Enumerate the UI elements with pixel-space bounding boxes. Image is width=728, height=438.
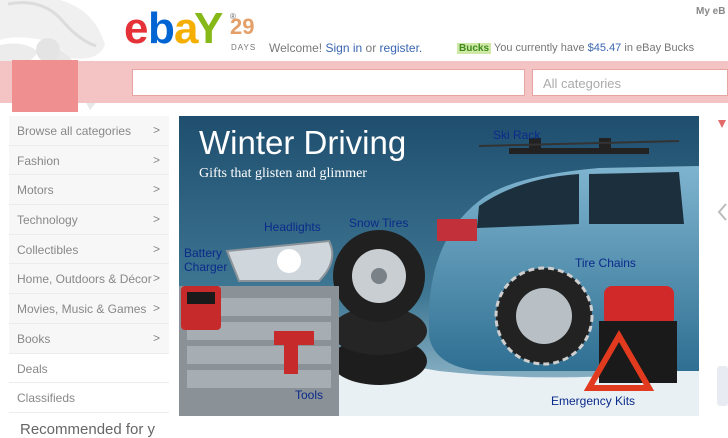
- register-link[interactable]: register.: [380, 41, 423, 55]
- category-select[interactable]: All categories: [532, 69, 728, 96]
- label-tools[interactable]: Tools: [295, 388, 323, 402]
- bucks-amount-link[interactable]: $45.47: [588, 42, 622, 54]
- search-input[interactable]: [132, 69, 525, 96]
- banner-subtitle: Gifts that glisten and glimmer: [199, 166, 367, 181]
- chevron-right-icon: >: [152, 330, 160, 345]
- category-menu: Browse all categories > Fashion > Motors > …: [9, 116, 169, 413]
- menu-item-collectibles[interactable]: Collectibles >: [9, 234, 169, 265]
- welcome-message: Welcome! Sign in or register.: [269, 41, 423, 55]
- label-headlights[interactable]: Headlights: [264, 220, 321, 234]
- menu-item-movies-music-games[interactable]: Movies, Music & Games >: [9, 294, 169, 324]
- chevron-right-icon: >: [152, 271, 160, 286]
- bucks-badge: Bucks: [457, 43, 492, 54]
- menu-item-technology[interactable]: Technology >: [9, 205, 169, 235]
- right-column-partial: [715, 106, 728, 430]
- chevron-right-icon: >: [152, 212, 160, 227]
- chevron-right-icon: >: [152, 182, 160, 197]
- menu-item-fashion[interactable]: Fashion >: [9, 145, 169, 176]
- menu-item-home-outdoors-decor[interactable]: Home, Outdoors & Décor >: [9, 264, 169, 295]
- winter-driving-banner[interactable]: Winter Driving Gifts that glisten and gl…: [179, 116, 699, 416]
- chevron-right-icon: >: [152, 152, 160, 167]
- menu-item-browse-all[interactable]: Browse all categories >: [9, 116, 169, 146]
- label-ski-rack[interactable]: Ski Rack: [493, 128, 540, 142]
- gift-box-decoration-front: [12, 60, 78, 112]
- ebay-logo[interactable]: e b a Y ®: [124, 4, 236, 58]
- days-label: DAYS: [231, 43, 257, 52]
- chevron-right-icon: >: [152, 123, 160, 137]
- menu-item-deals[interactable]: Deals: [9, 353, 169, 384]
- label-tire-chains[interactable]: Tire Chains: [575, 256, 636, 270]
- label-emergency-kits[interactable]: Emergency Kits: [551, 394, 635, 408]
- menu-item-books[interactable]: Books >: [9, 323, 169, 354]
- my-ebay-link[interactable]: My eB: [696, 6, 725, 17]
- label-snow-tires[interactable]: Snow Tires: [349, 216, 408, 230]
- days-number: 29: [230, 14, 255, 39]
- label-battery-charger[interactable]: Battery Charger: [184, 246, 227, 274]
- menu-item-motors[interactable]: Motors >: [9, 175, 169, 206]
- sign-in-link[interactable]: Sign in: [325, 41, 362, 55]
- chevron-right-icon: >: [152, 301, 160, 316]
- chevron-right-icon: >: [152, 241, 160, 256]
- menu-item-classifieds[interactable]: Classifieds: [9, 383, 169, 413]
- banner-title: Winter Driving: [199, 124, 407, 161]
- ebay-bucks-info: Bucks You currently have $45.47 in eBay …: [457, 42, 695, 54]
